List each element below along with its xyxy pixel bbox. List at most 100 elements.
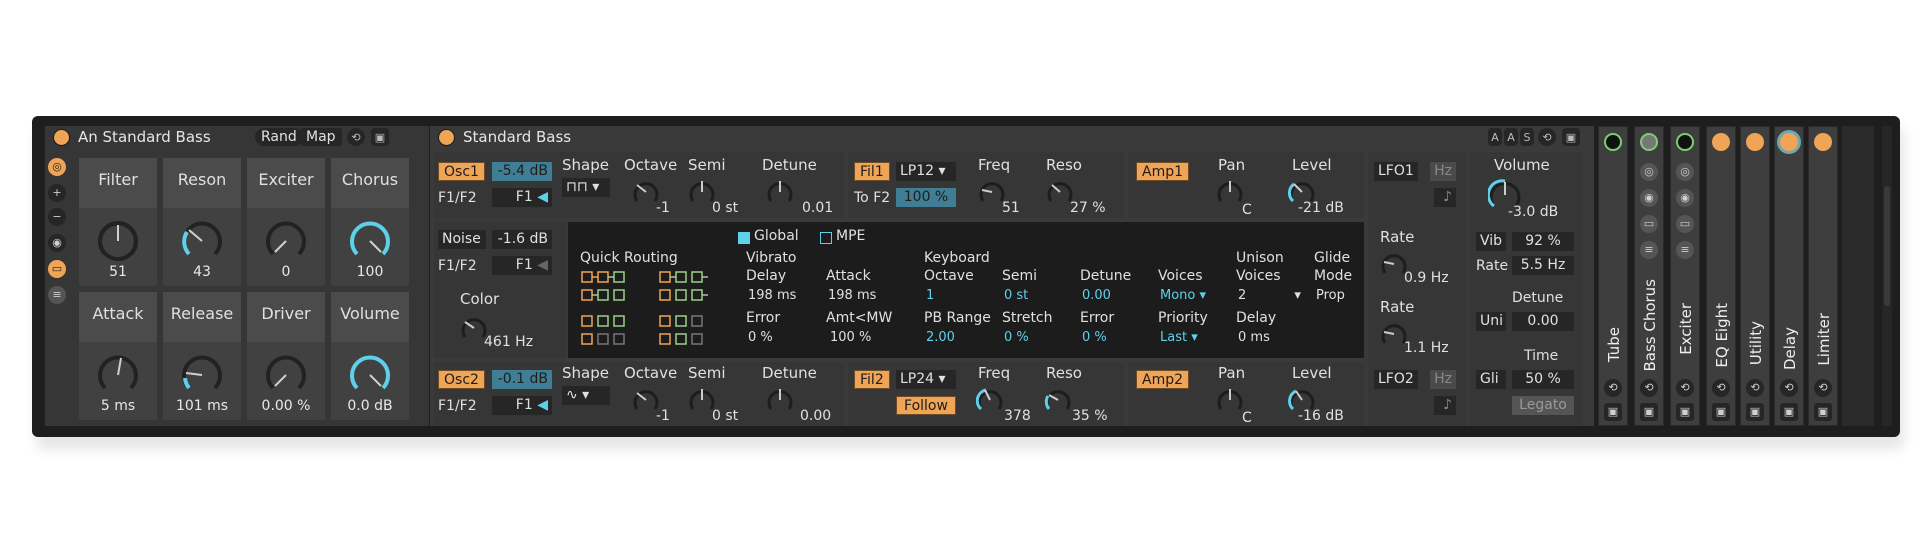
macro-volume[interactable]: Volume 0.0 dB: [331, 292, 409, 420]
macro-knob[interactable]: [263, 218, 309, 264]
amp2-toggle[interactable]: Amp2: [1136, 370, 1190, 389]
map-button[interactable]: Map: [300, 128, 342, 146]
osc1-detune-knob[interactable]: [766, 178, 794, 206]
vib-error-value[interactable]: 0 %: [748, 330, 773, 345]
synth-power-button[interactable]: [438, 128, 455, 146]
camera-icon[interactable]: ◉: [1640, 189, 1658, 207]
chain-list-icon[interactable]: ≡: [48, 286, 66, 304]
cycle-icon[interactable]: ◎: [1676, 163, 1694, 181]
fx-device-eq-eight[interactable]: EQ Eight ⟲ ▣: [1706, 126, 1736, 426]
save-preset-icon[interactable]: ▣: [1562, 128, 1580, 146]
fx-device-delay[interactable]: Delay ⟲ ▣: [1774, 126, 1804, 426]
power-icon[interactable]: [1814, 133, 1832, 151]
save-icon[interactable]: ▣: [1640, 403, 1658, 421]
save-icon[interactable]: ▣: [1814, 403, 1832, 421]
kb-pb-range-value[interactable]: 2.00: [926, 330, 955, 345]
scrollbar[interactable]: [1882, 126, 1892, 426]
fx-device-limiter[interactable]: Limiter ⟲ ▣: [1808, 126, 1838, 426]
rack-power-button[interactable]: [53, 128, 70, 146]
fil1-to-f2-field[interactable]: 100 %: [896, 188, 956, 207]
unison-delay-value[interactable]: 0 ms: [1238, 330, 1270, 345]
hot-swap-icon[interactable]: ⟲: [1604, 379, 1622, 397]
cycle-icon[interactable]: ◎: [1640, 163, 1658, 181]
osc2-shape-select[interactable]: ∿ ▾: [562, 386, 610, 405]
lfo1-toggle[interactable]: LFO1: [1374, 162, 1418, 181]
fx-device-tube[interactable]: Tube ⟲ ▣: [1598, 126, 1628, 426]
lfo2-hz-button[interactable]: Hz: [1430, 370, 1456, 389]
noise-level-field[interactable]: -1.6 dB: [492, 230, 552, 249]
header-a-icon[interactable]: A: [1488, 128, 1502, 146]
global-tab-label[interactable]: Global: [754, 228, 799, 244]
osc2-f1f2-select[interactable]: F1 ◀: [492, 396, 552, 415]
hot-swap-icon[interactable]: ⟲: [1746, 379, 1764, 397]
vib-delay-value[interactable]: 198 ms: [748, 288, 796, 303]
osc1-toggle[interactable]: Osc1: [438, 162, 485, 181]
vib-attack-value[interactable]: 198 ms: [828, 288, 876, 303]
osc1-level-field[interactable]: -5.4 dB: [492, 162, 552, 181]
macro-filter[interactable]: Filter 51: [79, 158, 157, 286]
lfo2-sync-note-icon[interactable]: ♪: [1434, 396, 1456, 415]
macro-chorus[interactable]: Chorus 100: [331, 158, 409, 286]
hot-swap-icon[interactable]: ⟲: [1538, 128, 1556, 146]
macro-knob[interactable]: [95, 218, 141, 264]
lfo1-sync-note-icon[interactable]: ♪: [1434, 188, 1456, 207]
global-tab-checkbox[interactable]: [738, 232, 750, 244]
gli-toggle[interactable]: Gli: [1476, 370, 1506, 389]
osc2-detune-knob[interactable]: [766, 386, 794, 414]
kb-semi-value[interactable]: 0 st: [1004, 288, 1028, 303]
macro-driver[interactable]: Driver 0.00 %: [247, 292, 325, 420]
camera-icon[interactable]: ◉: [1676, 189, 1694, 207]
device-list-icon[interactable]: ▭: [48, 260, 66, 278]
save-icon[interactable]: ▣: [1712, 403, 1730, 421]
glide-time-field[interactable]: 50 %: [1512, 370, 1574, 389]
header-s-icon[interactable]: S: [1520, 128, 1534, 146]
device-list-icon[interactable]: ▭: [1676, 215, 1694, 233]
plus-icon[interactable]: +: [48, 184, 66, 202]
voices-select[interactable]: Mono ▾: [1160, 288, 1206, 303]
vib-amt-mw-value[interactable]: 100 %: [830, 330, 871, 345]
fil1-type-select[interactable]: LP12 ▾: [896, 162, 956, 181]
save-preset-icon[interactable]: ▣: [371, 128, 389, 146]
fil1-toggle[interactable]: Fil1: [854, 162, 890, 181]
vib-toggle[interactable]: Vib: [1476, 232, 1506, 251]
legato-button[interactable]: Legato: [1512, 396, 1574, 415]
osc2-toggle[interactable]: Osc2: [438, 370, 485, 389]
uni-toggle[interactable]: Uni: [1476, 312, 1506, 331]
header-a2-icon[interactable]: A: [1504, 128, 1518, 146]
power-icon[interactable]: [1780, 133, 1798, 151]
fil2-toggle[interactable]: Fil2: [854, 370, 890, 389]
vib-amount-field[interactable]: 92 %: [1512, 232, 1574, 251]
lfo2-toggle[interactable]: LFO2: [1374, 370, 1418, 389]
cycle-icon[interactable]: ◎: [48, 158, 66, 176]
mpe-tab-checkbox[interactable]: [820, 232, 832, 244]
macro-knob[interactable]: [263, 352, 309, 398]
kb-octave-value[interactable]: 1: [926, 288, 934, 303]
kb-detune-value[interactable]: 0.00: [1082, 288, 1111, 303]
camera-icon[interactable]: ◉: [48, 234, 66, 252]
minus-icon[interactable]: −: [48, 208, 66, 226]
fil2-follow-button[interactable]: Follow: [896, 396, 956, 415]
macro-knob[interactable]: [347, 352, 393, 398]
chain-list-icon[interactable]: ≡: [1676, 241, 1694, 259]
amp2-pan-knob[interactable]: [1216, 386, 1244, 414]
macro-reson[interactable]: Reson 43: [163, 158, 241, 286]
osc1-f1f2-select[interactable]: F1 ◀: [492, 188, 552, 207]
unison-voices-select[interactable]: 2 ▾: [1238, 288, 1301, 303]
mpe-tab-label[interactable]: MPE: [836, 228, 865, 244]
save-icon[interactable]: ▣: [1780, 403, 1798, 421]
fx-device-bass-chorus[interactable]: ◎ ◉ ▭ ≡ Bass Chorus ⟲ ▣: [1634, 126, 1664, 426]
scrollbar-thumb[interactable]: [1884, 186, 1890, 306]
macro-knob[interactable]: [179, 352, 225, 398]
save-icon[interactable]: ▣: [1746, 403, 1764, 421]
macro-release[interactable]: Release 101 ms: [163, 292, 241, 420]
power-icon[interactable]: [1746, 133, 1764, 151]
fil2-type-select[interactable]: LP24 ▾: [896, 370, 956, 389]
quick-routing-grid[interactable]: [580, 268, 728, 358]
fx-device-utility[interactable]: Utility ⟲ ▣: [1740, 126, 1770, 426]
noise-f1f2-select[interactable]: F1 ◀: [492, 256, 552, 275]
priority-select[interactable]: Last ▾: [1160, 330, 1198, 345]
hot-swap-icon[interactable]: ⟲: [1676, 379, 1694, 397]
uni-detune-field[interactable]: 0.00: [1512, 312, 1574, 331]
fil2-freq-knob[interactable]: [976, 386, 1004, 414]
rand-button[interactable]: Rand: [255, 128, 303, 146]
